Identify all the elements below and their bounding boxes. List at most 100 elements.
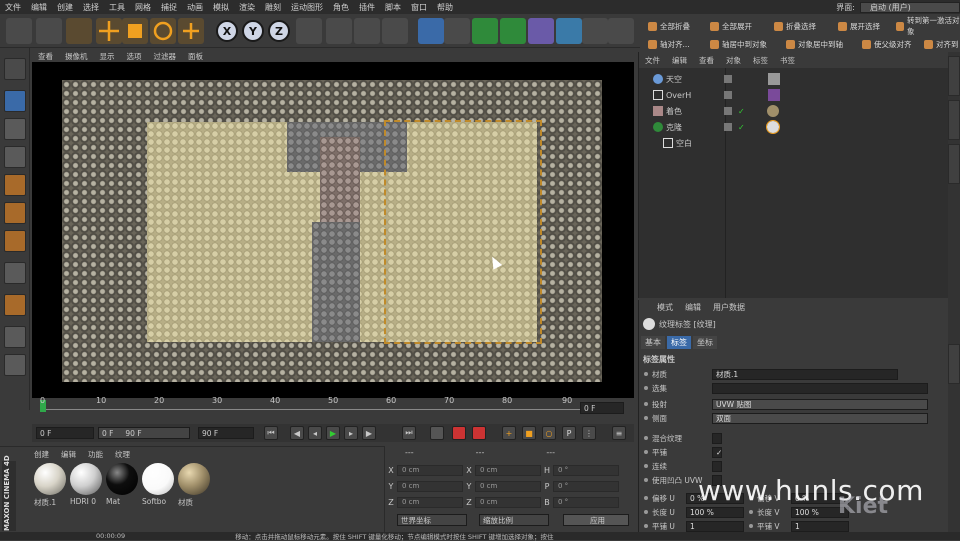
mat-menu-edit[interactable]: 编辑: [55, 447, 82, 462]
axis-center-button[interactable]: 轴居中到对象: [710, 38, 767, 50]
object-row-null[interactable]: 空白: [639, 136, 949, 150]
scale-icon[interactable]: [122, 18, 148, 44]
floor-icon[interactable]: [556, 18, 582, 44]
viewport-menu-panel[interactable]: 面板: [182, 51, 209, 62]
coord-rot-p[interactable]: 0 °: [553, 480, 619, 492]
attr-menu-edit[interactable]: 编辑: [679, 302, 707, 313]
menu-render[interactable]: 渲染: [234, 2, 260, 13]
selection-field[interactable]: [712, 382, 928, 394]
goto-first-active-button[interactable]: 转到第一激活对象: [896, 16, 960, 36]
viewport-menu-view[interactable]: 查看: [32, 51, 59, 62]
keyframe-selection-icon[interactable]: [472, 426, 486, 440]
render-settings-icon[interactable]: [382, 18, 408, 44]
mix-checkbox[interactable]: [712, 432, 722, 444]
tab-coordinates[interactable]: 坐标: [693, 336, 717, 349]
material-tag-icon[interactable]: [765, 120, 780, 134]
coord-mode-dropdown[interactable]: 世界坐标: [397, 514, 467, 526]
material-item[interactable]: 材质: [178, 463, 212, 508]
render-view-icon[interactable]: [326, 18, 352, 44]
om-menu-tags[interactable]: 标签: [747, 55, 774, 66]
collapse-selected-button[interactable]: 折叠选择: [774, 20, 816, 32]
menu-select[interactable]: 选择: [78, 2, 104, 13]
menu-tools[interactable]: 工具: [104, 2, 130, 13]
tab-tag[interactable]: 标签: [667, 336, 691, 349]
side-tab-attributes[interactable]: [948, 344, 960, 384]
next-frame-icon[interactable]: ▸: [344, 426, 358, 440]
edges-mode-icon[interactable]: [4, 202, 26, 224]
key-param-icon[interactable]: P: [562, 426, 576, 440]
pen-icon[interactable]: [444, 18, 470, 44]
tag-icon[interactable]: [768, 89, 780, 101]
timeline-menu-icon[interactable]: ≡: [612, 426, 626, 440]
goto-end-icon[interactable]: ⏭: [402, 426, 416, 440]
om-menu-bookmarks[interactable]: 书签: [774, 55, 801, 66]
key-pla-icon[interactable]: ⋮: [582, 426, 596, 440]
end-frame-field[interactable]: 90 F: [198, 427, 254, 439]
om-menu-view[interactable]: 查看: [693, 55, 720, 66]
material-item[interactable]: HDRI 0: [70, 463, 104, 506]
projection-dropdown[interactable]: UVW 贴图: [712, 398, 928, 410]
coord-pos-x[interactable]: 0 cm: [397, 464, 463, 476]
material-item[interactable]: Softbo: [142, 463, 176, 506]
attr-menu-userdata[interactable]: 用户数据: [707, 302, 751, 313]
light-icon[interactable]: [608, 18, 634, 44]
start-frame-field[interactable]: 0 F: [36, 427, 94, 439]
coord-rot-h[interactable]: 0 °: [553, 464, 619, 476]
seamless-checkbox[interactable]: [712, 460, 722, 472]
om-menu-object[interactable]: 对象: [720, 55, 747, 66]
cube-icon[interactable]: [418, 18, 444, 44]
key-scale-icon[interactable]: ■: [522, 426, 536, 440]
collapse-all-button[interactable]: 全部折叠: [648, 20, 690, 32]
viewport-menu-filter[interactable]: 过滤器: [148, 51, 183, 62]
coord-scale-dropdown[interactable]: 缩放比例: [479, 514, 549, 526]
range-slider[interactable]: 0 F 90 F: [98, 427, 190, 439]
mat-menu-function[interactable]: 功能: [82, 447, 109, 462]
om-menu-file[interactable]: 文件: [639, 55, 666, 66]
object-row-shader[interactable]: 着色 ✓: [639, 104, 949, 118]
array-icon[interactable]: [500, 18, 526, 44]
timeline[interactable]: 0 10 20 30 40 50 60 70 80 90 0 F: [32, 396, 634, 424]
goto-start-icon[interactable]: ⏮: [264, 426, 278, 440]
axis-mode-icon[interactable]: [4, 262, 26, 284]
redo-icon[interactable]: [36, 18, 62, 44]
viewport-menu-options[interactable]: 选项: [121, 51, 148, 62]
tiles-u-field[interactable]: 1: [686, 520, 744, 532]
material-tag-icon[interactable]: [766, 105, 779, 117]
material-link-field[interactable]: 材质.1: [712, 368, 898, 380]
menu-help[interactable]: 帮助: [432, 2, 458, 13]
menu-sculpt[interactable]: 雕刻: [260, 2, 286, 13]
texture-mode-icon[interactable]: [4, 118, 26, 140]
coord-size-y[interactable]: 0 cm: [475, 480, 541, 492]
coord-pos-z[interactable]: 0 cm: [397, 496, 463, 508]
menu-window[interactable]: 窗口: [406, 2, 432, 13]
visibility-icon[interactable]: [724, 91, 732, 99]
apply-button[interactable]: 应用: [563, 514, 629, 526]
object-center-button[interactable]: 对象居中到轴: [786, 38, 843, 50]
menu-plugins[interactable]: 插件: [354, 2, 380, 13]
length-u-field[interactable]: 100 %: [686, 506, 744, 518]
camera-icon[interactable]: [582, 18, 608, 44]
align-to-button[interactable]: 对齐到: [924, 38, 959, 50]
current-frame-field[interactable]: 0 F: [580, 402, 624, 414]
tag-icon[interactable]: [768, 73, 780, 85]
menu-script[interactable]: 脚本: [380, 2, 406, 13]
workplane-icon[interactable]: [4, 146, 26, 168]
coord-size-x[interactable]: 0 cm: [475, 464, 541, 476]
om-menu-edit[interactable]: 编辑: [666, 55, 693, 66]
menu-simulate[interactable]: 模拟: [208, 2, 234, 13]
coord-rot-b[interactable]: 0 °: [553, 496, 619, 508]
axis-align-button[interactable]: 轴对齐...: [648, 38, 690, 50]
key-position-icon[interactable]: +: [502, 426, 516, 440]
move-icon[interactable]: [96, 18, 122, 44]
autokey-icon[interactable]: [452, 426, 466, 440]
material-item[interactable]: Mat: [106, 463, 140, 506]
side-tab-objects[interactable]: [948, 56, 960, 96]
render-picture-viewer-icon[interactable]: [354, 18, 380, 44]
make-editable-icon[interactable]: [4, 58, 26, 80]
mat-menu-texture[interactable]: 纹理: [109, 447, 136, 462]
menu-create[interactable]: 创建: [52, 2, 78, 13]
next-key-icon[interactable]: ▶: [362, 426, 376, 440]
menu-animate[interactable]: 动画: [182, 2, 208, 13]
object-row-overh[interactable]: OverH: [639, 88, 949, 102]
nurbs-icon[interactable]: [472, 18, 498, 44]
